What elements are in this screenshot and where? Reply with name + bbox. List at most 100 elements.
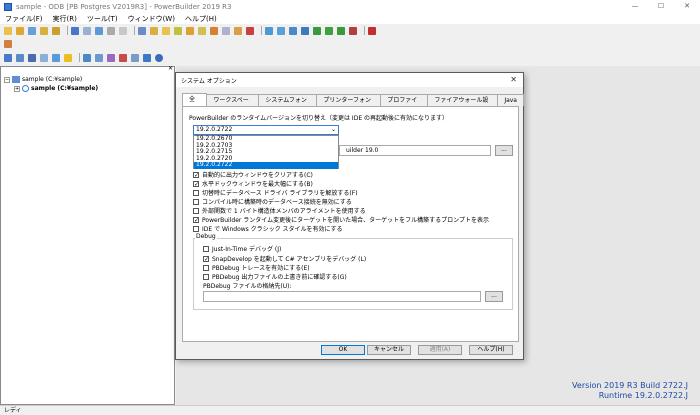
paste-icon[interactable]: [119, 26, 127, 35]
edit-icon[interactable]: [246, 26, 254, 35]
chevron-down-icon: ⌄: [330, 126, 336, 133]
collapse-icon[interactable]: −: [4, 76, 10, 83]
dialog-close-icon[interactable]: ✕: [510, 75, 517, 84]
library-painter-icon[interactable]: [119, 53, 127, 62]
cancel-button[interactable]: キャンセル: [367, 345, 411, 355]
checkbox-dock-width[interactable]: ✓ 水平ドックウィンドウを最大幅にする(B): [193, 179, 313, 188]
tab-profile[interactable]: プロファイル: [380, 94, 429, 115]
query-icon[interactable]: [222, 26, 230, 35]
help-button[interactable]: ヘルプ(H): [469, 345, 513, 355]
checkbox-box[interactable]: ✓: [193, 171, 199, 178]
tab-workspace[interactable]: ワークスペース: [206, 94, 260, 115]
object-icon[interactable]: [83, 53, 91, 62]
info-icon[interactable]: [155, 53, 163, 62]
checkbox-clear-output[interactable]: ✓ 自動的に出力ウィンドウをクリアする(C): [193, 170, 313, 179]
database-icon[interactable]: [313, 26, 321, 35]
copy-icon[interactable]: [107, 26, 115, 35]
checkbox-box[interactable]: [203, 273, 209, 280]
list-icon[interactable]: [138, 26, 146, 35]
checkbox-box[interactable]: [203, 245, 209, 252]
runtime-path-field[interactable]: uilder 19.0: [339, 145, 491, 156]
tab-general[interactable]: 全般: [182, 93, 208, 114]
menu-icon[interactable]: [174, 26, 182, 35]
pane-close-icon[interactable]: ✕: [168, 65, 173, 72]
pbdebug-browse-button[interactable]: ...: [485, 291, 503, 302]
datawindow-icon[interactable]: [186, 26, 194, 35]
display-icon[interactable]: [277, 26, 285, 35]
tab-firewall[interactable]: ファイアウォール設定: [427, 94, 499, 115]
library-icon[interactable]: [52, 26, 60, 35]
checkbox-byte-alignment[interactable]: 外部関数で 1 バイト構造体メンバのアライメントを使用する: [193, 206, 366, 215]
dropdown-option-selected[interactable]: 19.2.0.2722: [194, 162, 338, 169]
component-icon[interactable]: [107, 53, 115, 62]
script-icon[interactable]: [150, 26, 158, 35]
build-icon[interactable]: [71, 26, 79, 35]
tree-item-target[interactable]: + sample (C:¥sample): [4, 84, 98, 93]
menu-file[interactable]: ファイル(F): [0, 14, 48, 24]
maximize-button[interactable]: ☐: [648, 0, 674, 13]
debug-group-label: Debug: [195, 233, 217, 240]
folder-icon[interactable]: [40, 26, 48, 35]
run-icon[interactable]: [325, 26, 333, 35]
window-icon[interactable]: [162, 26, 170, 35]
checkbox-box[interactable]: ✓: [193, 216, 199, 223]
system-tree-icon[interactable]: [4, 40, 12, 48]
checkbox-box[interactable]: [193, 207, 199, 214]
painter-toolbar: [0, 51, 700, 64]
close-button[interactable]: ✕: [674, 0, 700, 13]
menu-window[interactable]: ウィンドウ(W): [123, 14, 180, 24]
tools-icon[interactable]: [16, 53, 24, 62]
checkbox-jit-debug[interactable]: Just-In-Time デバッグ (J): [203, 244, 281, 253]
runtime-version-select[interactable]: 19.2.0.2722 ⌄: [193, 125, 339, 135]
menu-help[interactable]: ヘルプ(H): [180, 14, 222, 24]
monitor-icon[interactable]: [265, 26, 273, 35]
pipeline-icon[interactable]: [234, 26, 242, 35]
help-icon[interactable]: [143, 53, 151, 62]
minimize-button[interactable]: —: [622, 0, 648, 13]
checkbox-pbdebug-overwrite[interactable]: PBDebug 出力ファイルの上書き前に確認する(G): [203, 272, 347, 281]
structure-icon[interactable]: [198, 26, 206, 35]
checkbox-classic-style[interactable]: IDE で Windows クラシック スタイルを有効にする: [193, 224, 343, 233]
tab-printer-font[interactable]: プリンターフォント: [316, 94, 382, 115]
checkbox-box[interactable]: ✓: [203, 255, 209, 262]
checkbox-disable-db-connect[interactable]: コンパイル時に構築時のデータベース接続を無効にする: [193, 197, 352, 206]
layout-icon[interactable]: [4, 53, 12, 62]
version-info: Version 2019 R3 Build 2722.J Runtime 19.…: [572, 381, 688, 401]
tree-item-workspace[interactable]: − sample (C:¥sample): [4, 75, 98, 84]
tab-system-font[interactable]: システムフォント: [258, 94, 318, 115]
lightning-icon[interactable]: [64, 53, 72, 62]
exit-icon[interactable]: [368, 26, 376, 35]
runtime-path-browse-button[interactable]: ...: [495, 145, 513, 156]
browser-icon[interactable]: [52, 53, 60, 62]
properties-icon[interactable]: [28, 53, 36, 62]
stop-icon[interactable]: [349, 26, 357, 35]
tile-icon[interactable]: [131, 53, 139, 62]
checkbox-snapdevelop[interactable]: ✓ SnapDevelop を起動して C# アセンブリをデバッグ (L): [203, 254, 366, 263]
checkbox-full-build-prompt[interactable]: ✓ PowerBuilder ランタイム変更後にターゲットを開いた場合、ターゲッ…: [193, 215, 489, 224]
open-icon[interactable]: [16, 26, 24, 35]
document-icon[interactable]: [40, 53, 48, 62]
tab-java[interactable]: Java: [497, 94, 524, 106]
checkbox-box[interactable]: [193, 198, 199, 205]
apply-button[interactable]: 適用(A): [418, 345, 462, 355]
cut-icon[interactable]: [95, 26, 103, 35]
menu-run[interactable]: 実行(R): [48, 14, 82, 24]
preview-icon[interactable]: [289, 26, 297, 35]
expand-icon[interactable]: +: [14, 85, 20, 92]
workspace-icon[interactable]: [28, 26, 36, 35]
function-icon[interactable]: [210, 26, 218, 35]
mail-icon[interactable]: [95, 53, 103, 62]
menu-tools[interactable]: ツール(T): [82, 14, 123, 24]
deploy-icon[interactable]: [83, 26, 91, 35]
checkbox-box[interactable]: [193, 189, 199, 196]
checkbox-box[interactable]: ✓: [193, 180, 199, 187]
debug-icon[interactable]: [337, 26, 345, 35]
checkbox-box[interactable]: [193, 225, 199, 232]
checkbox-pbdebug-trace[interactable]: PBDebug トレースを有効にする(E): [203, 263, 310, 272]
screen-icon[interactable]: [301, 26, 309, 35]
new-icon[interactable]: [4, 26, 12, 35]
checkbox-free-driver[interactable]: 切替時にデータベース ドライバ ライブラリを解放する(F): [193, 188, 358, 197]
checkbox-box[interactable]: [203, 264, 209, 271]
ok-button[interactable]: OK: [321, 345, 365, 355]
pbdebug-file-field[interactable]: [203, 291, 481, 302]
